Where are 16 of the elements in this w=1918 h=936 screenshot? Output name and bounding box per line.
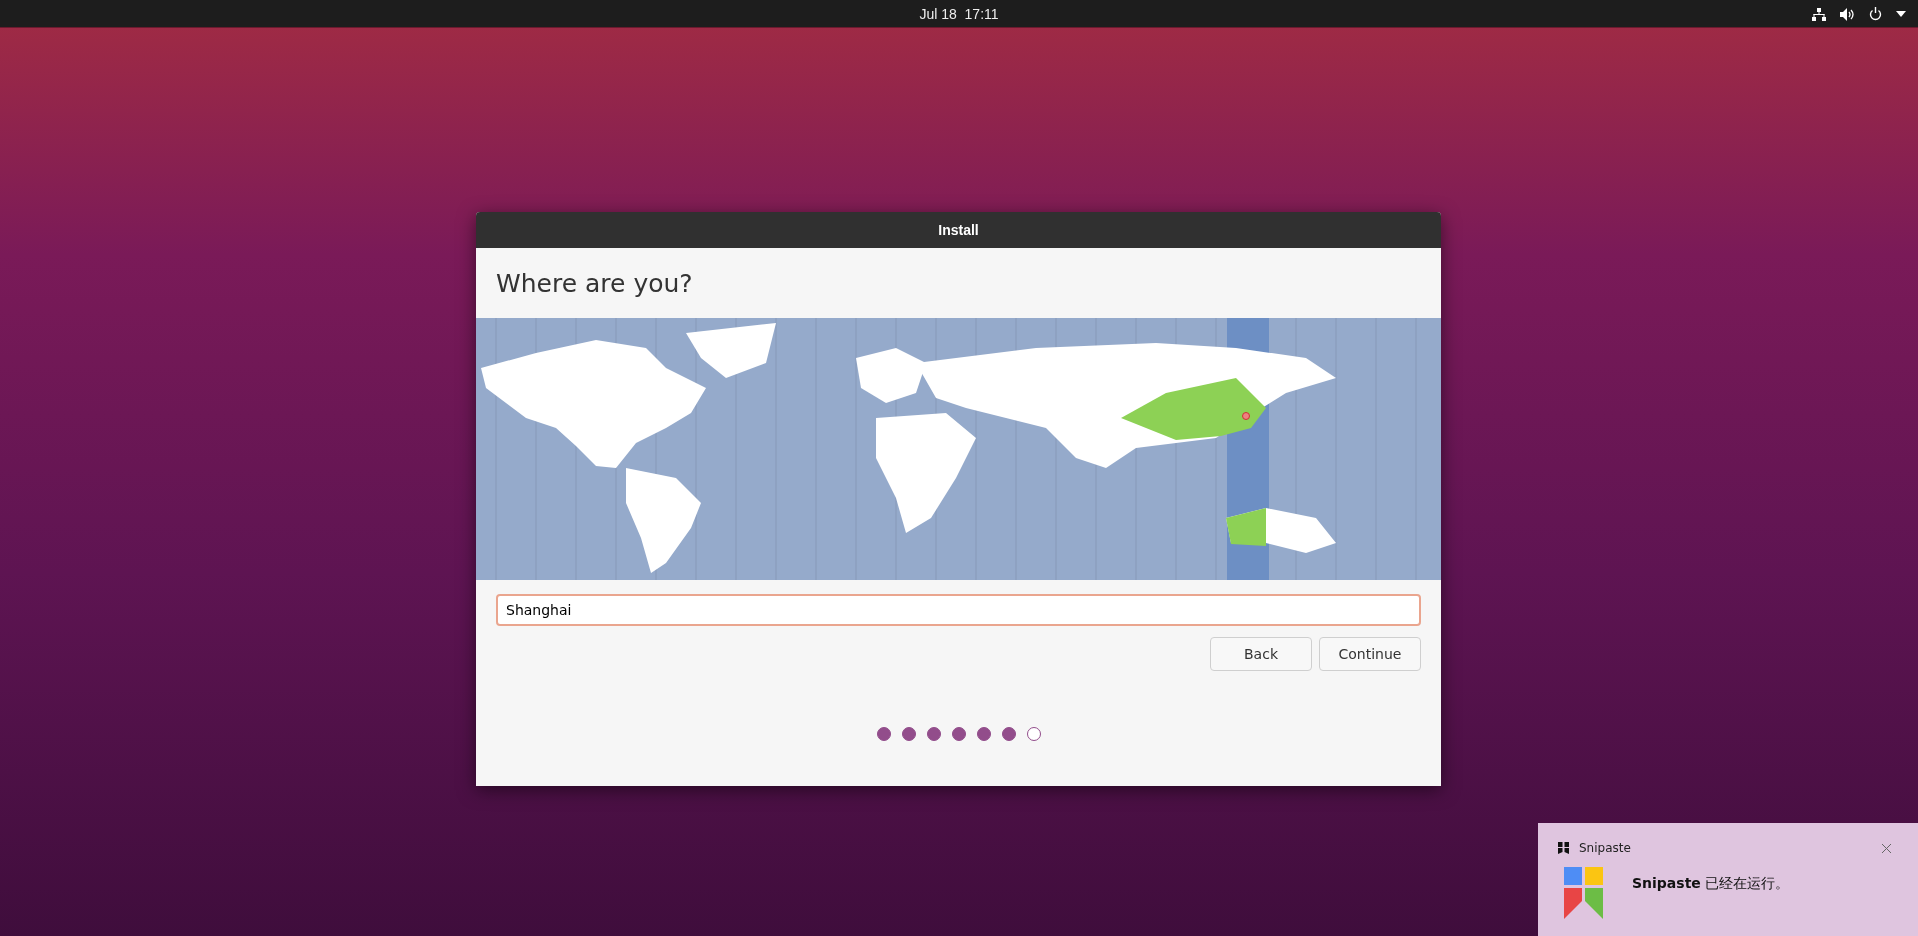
caret-icon[interactable] bbox=[1896, 11, 1906, 17]
window-title: Install bbox=[938, 222, 979, 238]
clock[interactable]: Jul 18 17:11 bbox=[919, 5, 999, 22]
app-logo-icon bbox=[1558, 842, 1569, 854]
app-logo-icon bbox=[1564, 867, 1604, 919]
nav-button[interactable]: Continue bbox=[1319, 637, 1421, 671]
network-icon[interactable] bbox=[1812, 7, 1826, 21]
notification-message: Snipaste 已经在运行。 bbox=[1632, 875, 1790, 893]
world-map-drawing[interactable] bbox=[476, 318, 1441, 580]
volume-icon[interactable] bbox=[1840, 7, 1855, 21]
power-icon[interactable] bbox=[1869, 7, 1882, 21]
page-heading: Where are you? bbox=[496, 268, 693, 298]
nav-button[interactable]: Back bbox=[1210, 637, 1312, 671]
notification-app-name: Snipaste bbox=[1579, 841, 1631, 855]
location-field[interactable]: Shanghai bbox=[496, 594, 1421, 626]
close-icon[interactable] bbox=[1881, 842, 1892, 854]
